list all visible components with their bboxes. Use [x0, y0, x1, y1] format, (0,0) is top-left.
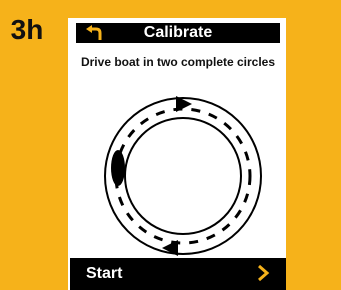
calibration-diagram [98, 96, 268, 256]
instruction-text: Drive boat in two complete circles [80, 55, 276, 69]
page-title: Calibrate [143, 24, 213, 41]
step-badge: 3h [3, 14, 51, 45]
frame-border-right [286, 0, 341, 290]
decorative-line [301, 252, 340, 289]
start-button[interactable]: Start [70, 258, 286, 290]
start-label: Start [86, 265, 123, 282]
header-bar: Calibrate [76, 23, 280, 43]
chevron-right-icon [254, 263, 272, 283]
